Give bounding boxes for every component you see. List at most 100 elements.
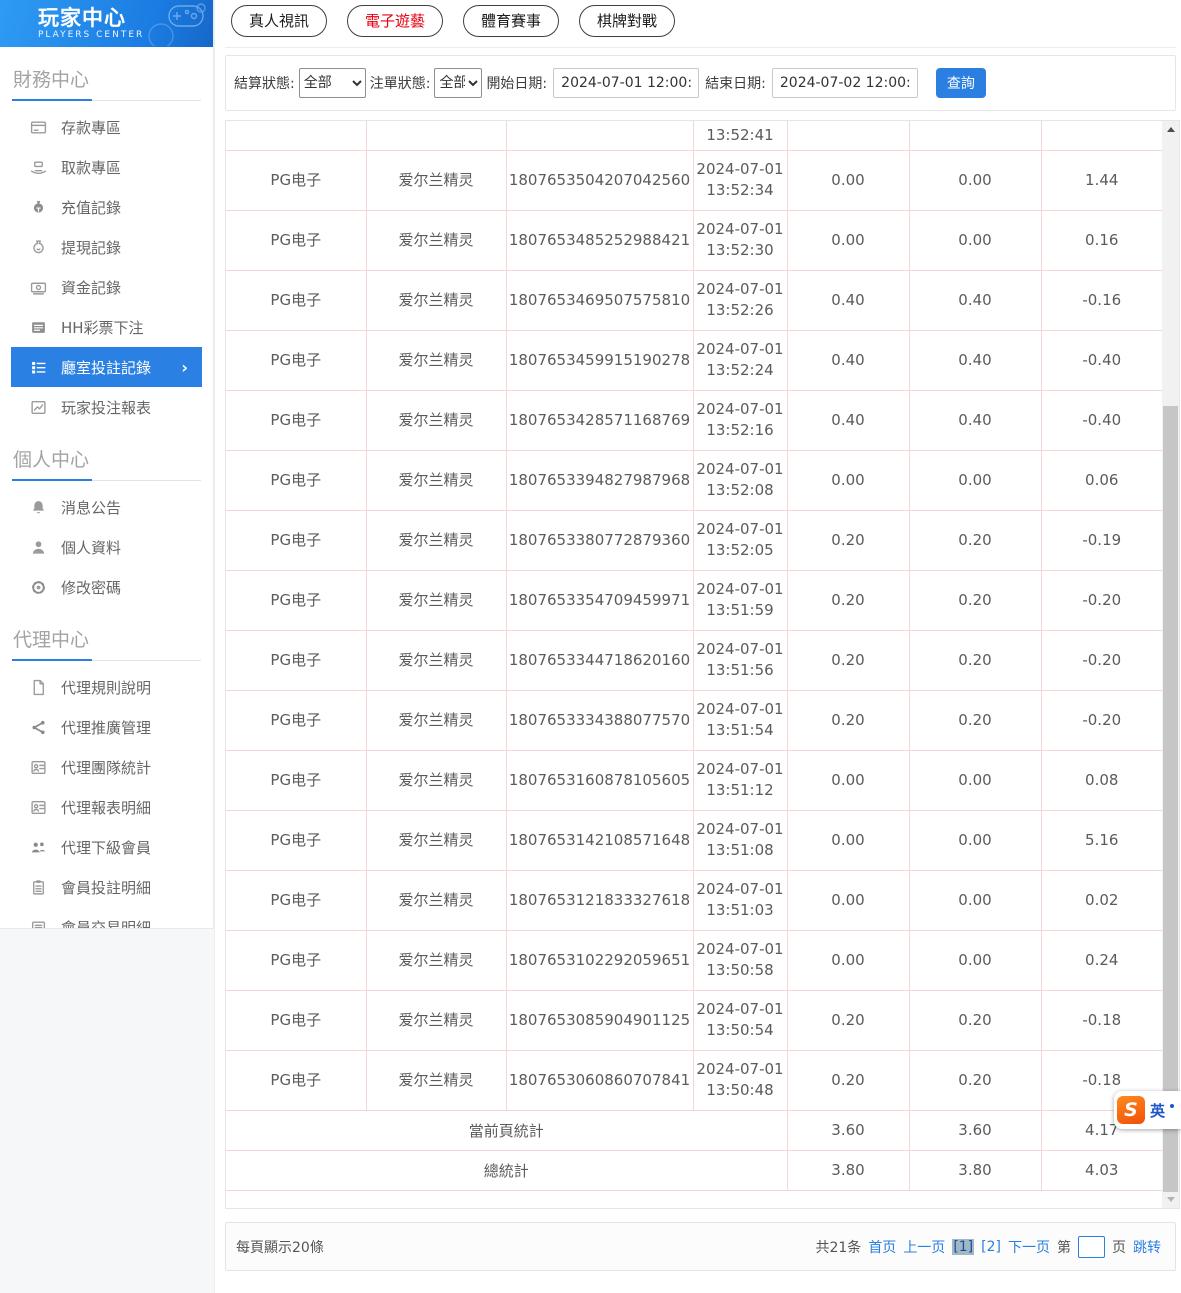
sidebar-item-agent-rules[interactable]: 代理規則說明 (11, 667, 202, 707)
page-2-link[interactable]: [2] (981, 1239, 1001, 1255)
cell-date: 2024-07-01 (694, 699, 787, 720)
cell-date: 2024-07-01 (694, 939, 787, 960)
cell-platform: PG电子 (226, 990, 366, 1050)
sidebar-item-deposit-zone[interactable]: 存款專區 (11, 107, 202, 147)
scrollbar-thumb[interactable] (1163, 406, 1178, 1192)
cell-profit: 0.16 (1041, 210, 1162, 270)
section-title: 財務中心 (0, 55, 213, 100)
sidebar-item-label: 充值記錄 (61, 197, 121, 218)
cell-platform: PG电子 (226, 750, 366, 810)
start-date-label: 開始日期: (486, 73, 547, 93)
scrollbar-up-arrow-icon[interactable] (1162, 121, 1179, 138)
password-gear-icon (29, 578, 47, 596)
cell-profit: 0.06 (1041, 450, 1162, 510)
cell-platform: PG电子 (226, 390, 366, 450)
cell-datetime: 2024-07-0113:51:08 (693, 810, 787, 870)
table-row: PG电子爱尔兰精灵18076534695075758102024-07-0113… (226, 270, 1162, 330)
cell-date: 2024-07-01 (694, 819, 787, 840)
agent-rules-doc-icon (29, 678, 47, 696)
cell-datetime: 2024-07-0113:50:58 (693, 930, 787, 990)
tab-sports-events[interactable]: 體育賽事 (463, 5, 559, 37)
sidebar-section: 財務中心存款專區取款專區充值記錄提現記錄資金記錄 HH彩票下注廳室投註記錄›玩家投… (0, 55, 213, 427)
start-date-input[interactable] (553, 68, 699, 98)
scrollbar-down-arrow-icon[interactable] (1162, 1191, 1179, 1208)
cell-order-id: 1807653485252988421 (506, 210, 693, 270)
sidebar-item-change-password[interactable]: 修改密碼 (11, 567, 202, 607)
cell-datetime: 2024-07-0113:51:56 (693, 630, 787, 690)
order-status-select[interactable]: 全部 (434, 68, 482, 98)
cell-valid-bet: 0.40 (909, 330, 1041, 390)
cell-datetime: 2024-07-0113:52:08 (693, 450, 787, 510)
cell-datetime: 2024-07-0113:52:26 (693, 270, 787, 330)
ime-toolbar[interactable]: S 英 (1114, 1091, 1181, 1129)
end-date-input[interactable] (772, 68, 918, 98)
recharge-bag-icon (29, 198, 47, 216)
cell-valid-bet: 0.20 (909, 990, 1041, 1050)
sidebar-item-agent-team-stats[interactable]: 代理團隊統計 (11, 747, 202, 787)
cell-valid-bet: 0.20 (909, 510, 1041, 570)
cell-platform: PG电子 (226, 1050, 366, 1110)
cell-bet: 0.40 (787, 270, 909, 330)
sidebar-item-withdraw-zone[interactable]: 取款專區 (11, 147, 202, 187)
next-page-link[interactable]: 下一页 (1008, 1237, 1050, 1257)
cell-valid-bet: 0.20 (909, 630, 1041, 690)
cell-platform: PG电子 (226, 270, 366, 330)
sidebar-item-profile[interactable]: 個人資料 (11, 527, 202, 567)
sidebar-item-agent-promotion[interactable]: 代理推廣管理 (11, 707, 202, 747)
first-page-link[interactable]: 首页 (868, 1237, 896, 1257)
cell-game: 爱尔兰精灵 (366, 750, 506, 810)
jump-link[interactable]: 跳转 (1133, 1237, 1161, 1257)
sidebar-item-member-trans-detail[interactable]: 會員交易明細 (11, 907, 202, 929)
table-row: PG电子爱尔兰精灵18076534599151902782024-07-0113… (226, 330, 1162, 390)
sidebar-item-label: 代理報表明細 (61, 797, 151, 818)
sidebar-item-hh-lottery-bets[interactable]: HH彩票下注 (11, 307, 202, 347)
cell-order-id: 1807653344718620160 (506, 630, 693, 690)
page-1-link[interactable]: [1] (952, 1239, 974, 1255)
page-jump-input[interactable] (1078, 1236, 1105, 1258)
sidebar-item-notices[interactable]: 消息公告 (11, 487, 202, 527)
sogou-logo-icon[interactable]: S (1117, 1096, 1145, 1124)
sidebar-item-player-bet-report[interactable]: 玩家投注報表 (11, 387, 202, 427)
withdraw-hand-icon (29, 158, 47, 176)
cell-platform: PG电子 (226, 510, 366, 570)
cell-profit: 1.44 (1041, 150, 1162, 210)
sidebar-section: 個人中心消息公告個人資料修改密碼 (0, 435, 213, 607)
cell-profit: 0.08 (1041, 750, 1162, 810)
cell-platform: PG电子 (226, 450, 366, 510)
cell-bet (787, 121, 909, 150)
cell-profit: -0.18 (1041, 990, 1162, 1050)
app-logo: 玩家中心 PLAYERS CENTER (0, 0, 213, 47)
sidebar-item-cashout-records[interactable]: 提現記錄 (11, 227, 202, 267)
query-button[interactable]: 查詢 (936, 68, 986, 98)
agent-team-stats-icon (29, 758, 47, 776)
sidebar-item-label: 取款專區 (61, 157, 121, 178)
sidebar-item-label: 代理推廣管理 (61, 717, 151, 738)
sidebar-item-label: 資金記錄 (61, 277, 121, 298)
tab-electronic-games[interactable]: 電子遊藝 (347, 5, 443, 37)
cell-time: 13:52:16 (694, 420, 787, 441)
sidebar-item-label: 會員交易明細 (61, 917, 151, 930)
sidebar-item-agent-report-detail[interactable]: 代理報表明細 (11, 787, 202, 827)
prev-page-link[interactable]: 上一页 (903, 1237, 945, 1257)
sidebar-item-label: HH彩票下注 (61, 317, 144, 338)
ime-language-indicator[interactable]: 英 (1150, 1100, 1165, 1121)
cell-time: 13:51:56 (694, 660, 787, 681)
section-title: 代理中心 (0, 615, 213, 660)
sidebar-item-label: 廳室投註記錄 (61, 357, 151, 378)
cell-valid-bet: 0.00 (909, 870, 1041, 930)
sidebar-item-funds-records[interactable]: 資金記錄 (11, 267, 202, 307)
tab-live-video[interactable]: 真人視訊 (231, 5, 327, 37)
cell-profit: -0.20 (1041, 630, 1162, 690)
sidebar-item-agent-sub-members[interactable]: 代理下級會員 (11, 827, 202, 867)
cell-game (366, 121, 506, 150)
settle-status-select[interactable]: 全部 (299, 68, 366, 98)
tab-board-card-battle[interactable]: 棋牌對戰 (579, 5, 675, 37)
cell-platform: PG电子 (226, 870, 366, 930)
sidebar-item-member-bet-detail[interactable]: 會員投註明細 (11, 867, 202, 907)
sidebar-item-recharge-records[interactable]: 充值記錄 (11, 187, 202, 227)
table-scrollbar[interactable] (1162, 121, 1179, 1208)
sidebar-item-hall-bet-records[interactable]: 廳室投註記錄› (11, 347, 202, 387)
cell-time: 13:51:03 (694, 900, 787, 921)
cell-game: 爱尔兰精灵 (366, 930, 506, 990)
sidebar-sections: 財務中心存款專區取款專區充值記錄提現記錄資金記錄 HH彩票下注廳室投註記錄›玩家投… (0, 55, 213, 929)
